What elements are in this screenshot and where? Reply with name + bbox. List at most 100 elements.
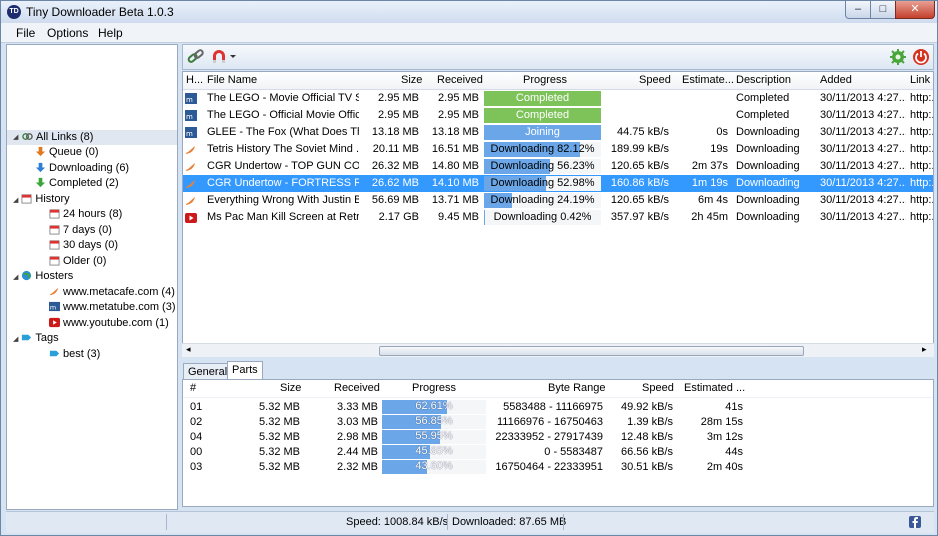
download-eta: 19s xyxy=(710,143,728,155)
scroll-right-icon[interactable]: ▸ xyxy=(922,344,927,355)
part-byte-range: 16750464 - 22333951 xyxy=(495,461,603,473)
download-link[interactable]: http:... xyxy=(910,194,933,206)
download-row[interactable]: m GLEE - The Fox (What Does Th... 13.18 MB… xyxy=(183,124,933,141)
tree-history-24h[interactable]: 24 hours (8) xyxy=(49,207,122,222)
download-speed: 120.65 kB/s xyxy=(610,194,669,206)
download-link[interactable]: http:... xyxy=(910,143,933,155)
download-description: Downloading xyxy=(736,143,800,155)
part-progress-text: 45.85% xyxy=(415,445,453,457)
col-part-received[interactable]: Received xyxy=(334,382,380,394)
col-part-size[interactable]: Size xyxy=(280,382,301,394)
download-link[interactable]: http:... xyxy=(910,177,933,189)
part-row[interactable]: 01 5.32 MB 3.33 MB 62.61% 5583488 - 11166975… xyxy=(183,400,933,415)
download-link[interactable]: http:... xyxy=(910,211,933,223)
download-speed: 189.99 kB/s xyxy=(610,143,669,155)
progress-text: Downloading 0.42% xyxy=(493,211,592,223)
download-link[interactable]: http:... xyxy=(910,109,933,121)
collapse-arrow-icon[interactable]: ◢ xyxy=(13,197,18,204)
part-eta: 44s xyxy=(725,446,743,458)
col-part-number[interactable]: # xyxy=(190,382,196,394)
tree-history-30d[interactable]: 30 days (0) xyxy=(49,238,118,253)
collapse-arrow-icon[interactable]: ◢ xyxy=(13,274,18,281)
tree-history-7d[interactable]: 7 days (0) xyxy=(49,223,112,238)
tab-parts[interactable]: Parts xyxy=(227,361,263,380)
tree-downloading[interactable]: Downloading (6) xyxy=(35,161,129,176)
file-received: 13.18 MB xyxy=(431,126,479,138)
collapse-arrow-icon[interactable]: ◢ xyxy=(13,130,18,145)
col-part-estimated[interactable]: Estimated ... xyxy=(684,382,745,394)
tree-history-older[interactable]: Older (0) xyxy=(49,254,106,269)
youtube-icon xyxy=(185,213,197,223)
tree-queue[interactable]: Queue (0) xyxy=(35,145,99,160)
tab-general[interactable]: General xyxy=(183,363,233,380)
col-byte-range[interactable]: Byte Range xyxy=(548,382,605,394)
maximize-button[interactable]: □ xyxy=(870,1,896,19)
download-link[interactable]: http:... xyxy=(910,92,933,104)
scroll-left-icon[interactable]: ◂ xyxy=(186,344,191,355)
tree-history[interactable]: ◢ History xyxy=(13,192,70,207)
download-link[interactable]: http:... xyxy=(910,126,933,138)
col-size[interactable]: Size xyxy=(401,74,422,86)
progress-text: Joining xyxy=(525,126,560,138)
col-part-progress[interactable]: Progress xyxy=(412,382,456,394)
gear-icon[interactable] xyxy=(888,48,908,66)
col-progress[interactable]: Progress xyxy=(523,74,567,86)
close-button[interactable]: ✕ xyxy=(895,1,935,19)
col-speed[interactable]: Speed xyxy=(639,74,671,86)
magnet-icon[interactable] xyxy=(210,48,240,66)
title-bar[interactable]: TD Tiny Downloader Beta 1.0.3 – □ ✕ xyxy=(1,1,937,23)
part-row[interactable]: 00 5.32 MB 2.44 MB 45.85% 0 - 5583487 66.56 k… xyxy=(183,445,933,460)
part-row[interactable]: 04 5.32 MB 2.98 MB 55.95% 22333952 - 2791743… xyxy=(183,430,933,445)
progress-text: Downloading 82.12% xyxy=(490,143,595,155)
col-link[interactable]: Link xyxy=(910,74,930,86)
download-row[interactable]: Everything Wrong With Justin B... 56.69 M… xyxy=(183,192,933,209)
download-speed: 357.97 kB/s xyxy=(610,211,669,223)
tree-hoster-metacafe[interactable]: www.metacafe.com (4) xyxy=(49,285,175,300)
downloads-table: H... File Name Size Received Progress Sp… xyxy=(182,71,934,357)
file-name: CGR Undertow - FORTRESS Rev... xyxy=(207,177,359,189)
tree-hoster-metatube[interactable]: m www.metatube.com (3) xyxy=(49,300,175,315)
menu-file[interactable]: File xyxy=(16,26,35,40)
download-link[interactable]: http:... xyxy=(910,160,933,172)
col-part-speed[interactable]: Speed xyxy=(642,382,674,394)
col-received[interactable]: Received xyxy=(437,74,483,86)
col-estimated[interactable]: Estimate... xyxy=(682,74,734,86)
download-row[interactable]: CGR Undertow - TOP GUN CO... 26.32 MB 14.8… xyxy=(183,158,933,175)
tree-all-links[interactable]: ◢ All Links (8) xyxy=(7,130,177,145)
power-icon[interactable] xyxy=(911,48,931,66)
col-description[interactable]: Description xyxy=(736,74,791,86)
tree-hoster-youtube[interactable]: www.youtube.com (1) xyxy=(49,316,169,331)
file-name: CGR Undertow - TOP GUN CO... xyxy=(207,160,359,172)
menu-help[interactable]: Help xyxy=(98,26,123,40)
download-description: Downloading xyxy=(736,177,800,189)
chain-link-icon[interactable] xyxy=(186,48,206,66)
part-received: 3.03 MB xyxy=(337,416,378,428)
part-row[interactable]: 02 5.32 MB 3.03 MB 56.85% 11166976 - 1675046… xyxy=(183,415,933,430)
part-row[interactable]: 03 5.32 MB 2.32 MB 43.60% 16750464 - 2233395… xyxy=(183,460,933,475)
download-row[interactable]: m The LEGO - Official Movie Offic... 2.95 … xyxy=(183,107,933,124)
minimize-button[interactable]: – xyxy=(845,1,871,19)
tree-tag-best[interactable]: best (3) xyxy=(49,347,100,362)
window-title: Tiny Downloader Beta 1.0.3 xyxy=(26,5,174,19)
progress-text: Completed xyxy=(515,109,570,121)
col-file-name[interactable]: File Name xyxy=(207,74,257,86)
tree-tags[interactable]: ◢ Tags xyxy=(13,331,59,346)
col-added[interactable]: Added xyxy=(820,74,852,86)
tree-completed[interactable]: Completed (2) xyxy=(35,176,119,191)
download-added: 30/11/2013 4:27... xyxy=(820,160,906,172)
col-host[interactable]: H... xyxy=(186,74,203,86)
download-row[interactable]: Tetris History The Soviet Mind ... 20.11 … xyxy=(183,141,933,158)
download-added: 30/11/2013 4:27... xyxy=(820,194,906,206)
download-row[interactable]: CGR Undertow - FORTRESS Rev... 26.62 MB 14… xyxy=(183,175,933,192)
tree-hosters[interactable]: ◢ Hosters xyxy=(13,269,73,284)
download-row[interactable]: m The LEGO - Movie Official TV S... 2.95 M… xyxy=(183,90,933,107)
horizontal-scrollbar[interactable]: ◂ ▸ xyxy=(182,343,934,357)
facebook-icon[interactable] xyxy=(909,516,921,528)
download-row[interactable]: Ms Pac Man Kill Screen at Retro... 2.17 G… xyxy=(183,209,933,226)
collapse-arrow-icon[interactable]: ◢ xyxy=(13,336,18,343)
file-size: 13.18 MB xyxy=(371,126,419,138)
scrollbar-thumb[interactable] xyxy=(379,346,804,356)
menu-options[interactable]: Options xyxy=(47,26,88,40)
tree-all-links-content: All Links (8) xyxy=(22,130,93,145)
tree-tags-label: Tags xyxy=(35,332,59,344)
